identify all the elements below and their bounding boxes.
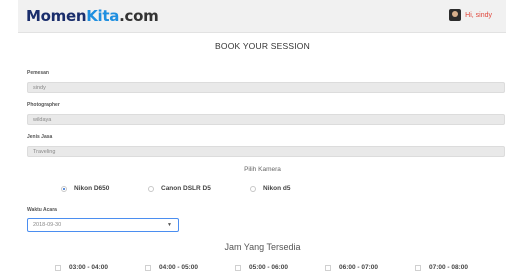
pilih-kamera-label: Pilih Kamera	[244, 166, 281, 173]
jenis-jasa-field[interactable]: Traveling	[27, 146, 505, 157]
camera-option-nikon-d5[interactable]: Nikon d5	[250, 185, 290, 192]
camera-option-nikon-d650[interactable]: Nikon D650	[61, 185, 109, 192]
checkbox-icon	[325, 264, 331, 271]
logo-part-kita: Kita	[86, 7, 120, 25]
time-slot-label: 03:00 - 04:00	[69, 264, 109, 271]
jenis-jasa-label: Jenis Jasa	[27, 134, 53, 140]
pemesan-field[interactable]: sindy	[27, 82, 505, 93]
time-slot-option[interactable]: 03:00 - 04:00	[55, 264, 108, 271]
camera-option-canon-dslr-d5[interactable]: Canon DSLR D5	[148, 185, 211, 192]
logo-part-com: .com	[119, 7, 159, 25]
top-navbar: MomenKita.com Hi, sindy	[18, 0, 506, 33]
user-avatar-icon	[449, 9, 462, 21]
waktu-acara-label: Waktu Acara	[27, 207, 57, 213]
time-slot-label: 07:00 - 08:00	[429, 264, 469, 271]
time-slot-option[interactable]: 05:00 - 06:00	[235, 264, 288, 271]
user-greeting: Hi, sindy	[465, 11, 492, 19]
site-logo[interactable]: MomenKita.com	[26, 7, 159, 25]
photographer-field[interactable]: wildaya	[27, 114, 505, 125]
waktu-acara-date-select[interactable]: 2018-09-30 ▼	[27, 218, 179, 232]
date-value: 2018-09-30	[33, 222, 62, 228]
camera-option-label: Nikon d5	[263, 185, 291, 192]
logo-part-momen: Momen	[26, 7, 87, 25]
radio-unchecked-icon	[148, 185, 154, 192]
checkbox-icon	[235, 264, 241, 271]
pemesan-label: Pemesan	[27, 70, 49, 76]
checkbox-icon	[145, 264, 151, 271]
time-slot-label: 05:00 - 06:00	[249, 264, 289, 271]
checkbox-icon	[415, 264, 421, 271]
camera-option-label: Nikon D650	[74, 185, 110, 192]
time-slot-option[interactable]: 06:00 - 07:00	[325, 264, 378, 271]
user-menu[interactable]: Hi, sindy	[449, 9, 492, 21]
radio-unchecked-icon	[250, 185, 256, 192]
time-slot-label: 06:00 - 07:00	[339, 264, 379, 271]
camera-option-label: Canon DSLR D5	[161, 185, 211, 192]
photographer-label: Photographer	[27, 102, 60, 108]
jam-tersedia-title: Jam Yang Tersedia	[224, 242, 301, 252]
checkbox-icon	[55, 264, 61, 271]
time-slot-label: 04:00 - 05:00	[159, 264, 199, 271]
page-title: BOOK YOUR SESSION	[215, 41, 310, 51]
radio-checked-icon	[61, 185, 67, 192]
time-slot-option[interactable]: 07:00 - 08:00	[415, 264, 468, 271]
time-slot-option[interactable]: 04:00 - 05:00	[145, 264, 198, 271]
chevron-down-icon: ▼	[167, 222, 172, 228]
